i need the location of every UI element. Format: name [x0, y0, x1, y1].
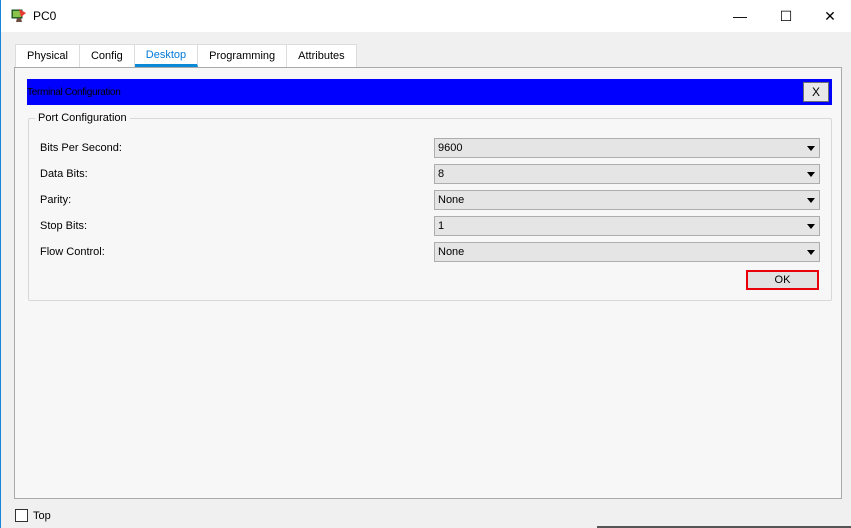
parity-label: Parity:	[40, 194, 72, 206]
parity-value: None	[438, 194, 465, 206]
tab-physical[interactable]: Physical	[15, 44, 80, 67]
data-bits-label: Data Bits:	[40, 168, 88, 180]
top-checkbox[interactable]	[15, 509, 28, 522]
port-configuration-group: Port Configuration Bits Per Second: 9600…	[28, 112, 832, 301]
stop-bits-row: Stop Bits: 1	[40, 216, 820, 236]
close-icon: ✕	[824, 7, 836, 24]
tab-desktop[interactable]: Desktop	[134, 44, 199, 67]
terminal-close-button[interactable]: X	[803, 82, 829, 102]
terminal-close-label: X	[811, 85, 820, 99]
terminal-config-header: Terminal Configuration X	[27, 79, 832, 105]
bits-per-second-row: Bits Per Second: 9600	[40, 138, 820, 158]
chevron-down-icon	[807, 172, 815, 177]
chevron-down-icon	[807, 224, 815, 229]
stop-bits-select[interactable]: 1	[434, 216, 820, 236]
maximize-icon: ☐	[779, 7, 793, 24]
close-window-button[interactable]: ✕	[807, 0, 851, 32]
parity-select[interactable]: None	[434, 190, 820, 210]
terminal-config-title: Terminal Configuration	[27, 87, 121, 98]
chevron-down-icon	[807, 250, 815, 255]
title-bar: PC0 — ☐ ✕	[1, 0, 851, 32]
top-checkbox-label: Top	[33, 510, 51, 522]
data-bits-select[interactable]: 8	[434, 164, 820, 184]
flow-control-row: Flow Control: None	[40, 242, 820, 262]
flow-control-select[interactable]: None	[434, 242, 820, 262]
tab-attributes[interactable]: Attributes	[287, 44, 357, 67]
tab-strip: Physical Config Desktop Programming Attr…	[15, 44, 357, 67]
stop-bits-label: Stop Bits:	[40, 220, 88, 232]
window-title: PC0	[33, 9, 57, 23]
ok-button[interactable]: OK	[746, 270, 819, 290]
flow-control-label: Flow Control:	[40, 246, 105, 258]
tab-programming[interactable]: Programming	[198, 44, 288, 67]
pc-app-icon	[11, 8, 27, 24]
maximize-button[interactable]: ☐	[763, 0, 809, 32]
data-bits-row: Data Bits: 8	[40, 164, 820, 184]
chevron-down-icon	[807, 146, 815, 151]
desktop-content-panel: Terminal Configuration X Port Configurat…	[14, 67, 842, 499]
bits-per-second-value: 9600	[438, 142, 463, 154]
stop-bits-value: 1	[438, 220, 445, 232]
minimize-button[interactable]: —	[717, 0, 763, 32]
bits-per-second-label: Bits Per Second:	[40, 142, 122, 154]
data-bits-value: 8	[438, 168, 445, 180]
bits-per-second-select[interactable]: 9600	[434, 138, 820, 158]
port-configuration-title: Port Configuration	[35, 112, 130, 124]
flow-control-value: None	[438, 246, 465, 258]
minimize-icon: —	[733, 8, 747, 24]
parity-row: Parity: None	[40, 190, 820, 210]
chevron-down-icon	[807, 198, 815, 203]
application-window: PC0 — ☐ ✕ Physical Config Desktop Progra…	[0, 0, 851, 528]
tab-config[interactable]: Config	[79, 44, 135, 67]
